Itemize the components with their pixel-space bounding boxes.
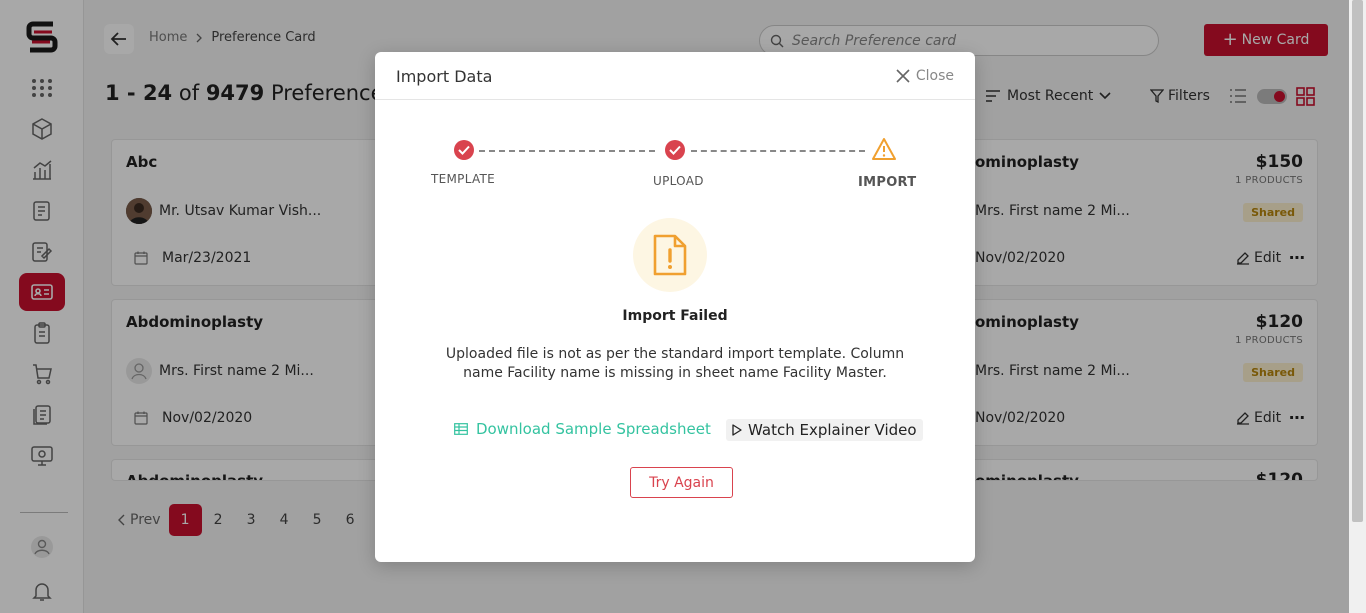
step-label-import: IMPORT [858, 175, 917, 190]
download-sample-link[interactable]: Download Sample Spreadsheet [454, 420, 711, 438]
import-failed-message: Uploaded file is not as per the standard… [445, 346, 905, 381]
scrollbar-thumb[interactable] [1352, 0, 1363, 522]
import-failed-title: Import Failed [622, 308, 728, 324]
play-icon [732, 424, 742, 436]
step-label-upload: UPLOAD [653, 174, 704, 188]
step-done-icon [665, 140, 685, 160]
close-label: Close [915, 68, 954, 84]
warning-icon [872, 138, 896, 160]
step-connector [691, 150, 865, 152]
step-label-template: TEMPLATE [431, 172, 496, 186]
watch-video-button[interactable]: Watch Explainer Video [726, 419, 923, 441]
close-button[interactable]: Close [896, 68, 954, 84]
modal-header: Import Data Close [375, 52, 975, 100]
import-failed-badge [633, 218, 707, 292]
step-done-icon [454, 140, 474, 160]
import-data-modal: Import Data Close TEMPLATE UPLOAD IMPORT… [375, 52, 975, 562]
download-sample-label: Download Sample Spreadsheet [476, 420, 711, 438]
file-error-icon [653, 234, 687, 276]
close-icon [896, 69, 910, 83]
watch-video-label: Watch Explainer Video [748, 421, 917, 439]
spreadsheet-icon [454, 423, 468, 435]
step-connector [479, 150, 655, 152]
modal-title: Import Data [396, 67, 493, 86]
try-again-button[interactable]: Try Again [630, 467, 733, 498]
